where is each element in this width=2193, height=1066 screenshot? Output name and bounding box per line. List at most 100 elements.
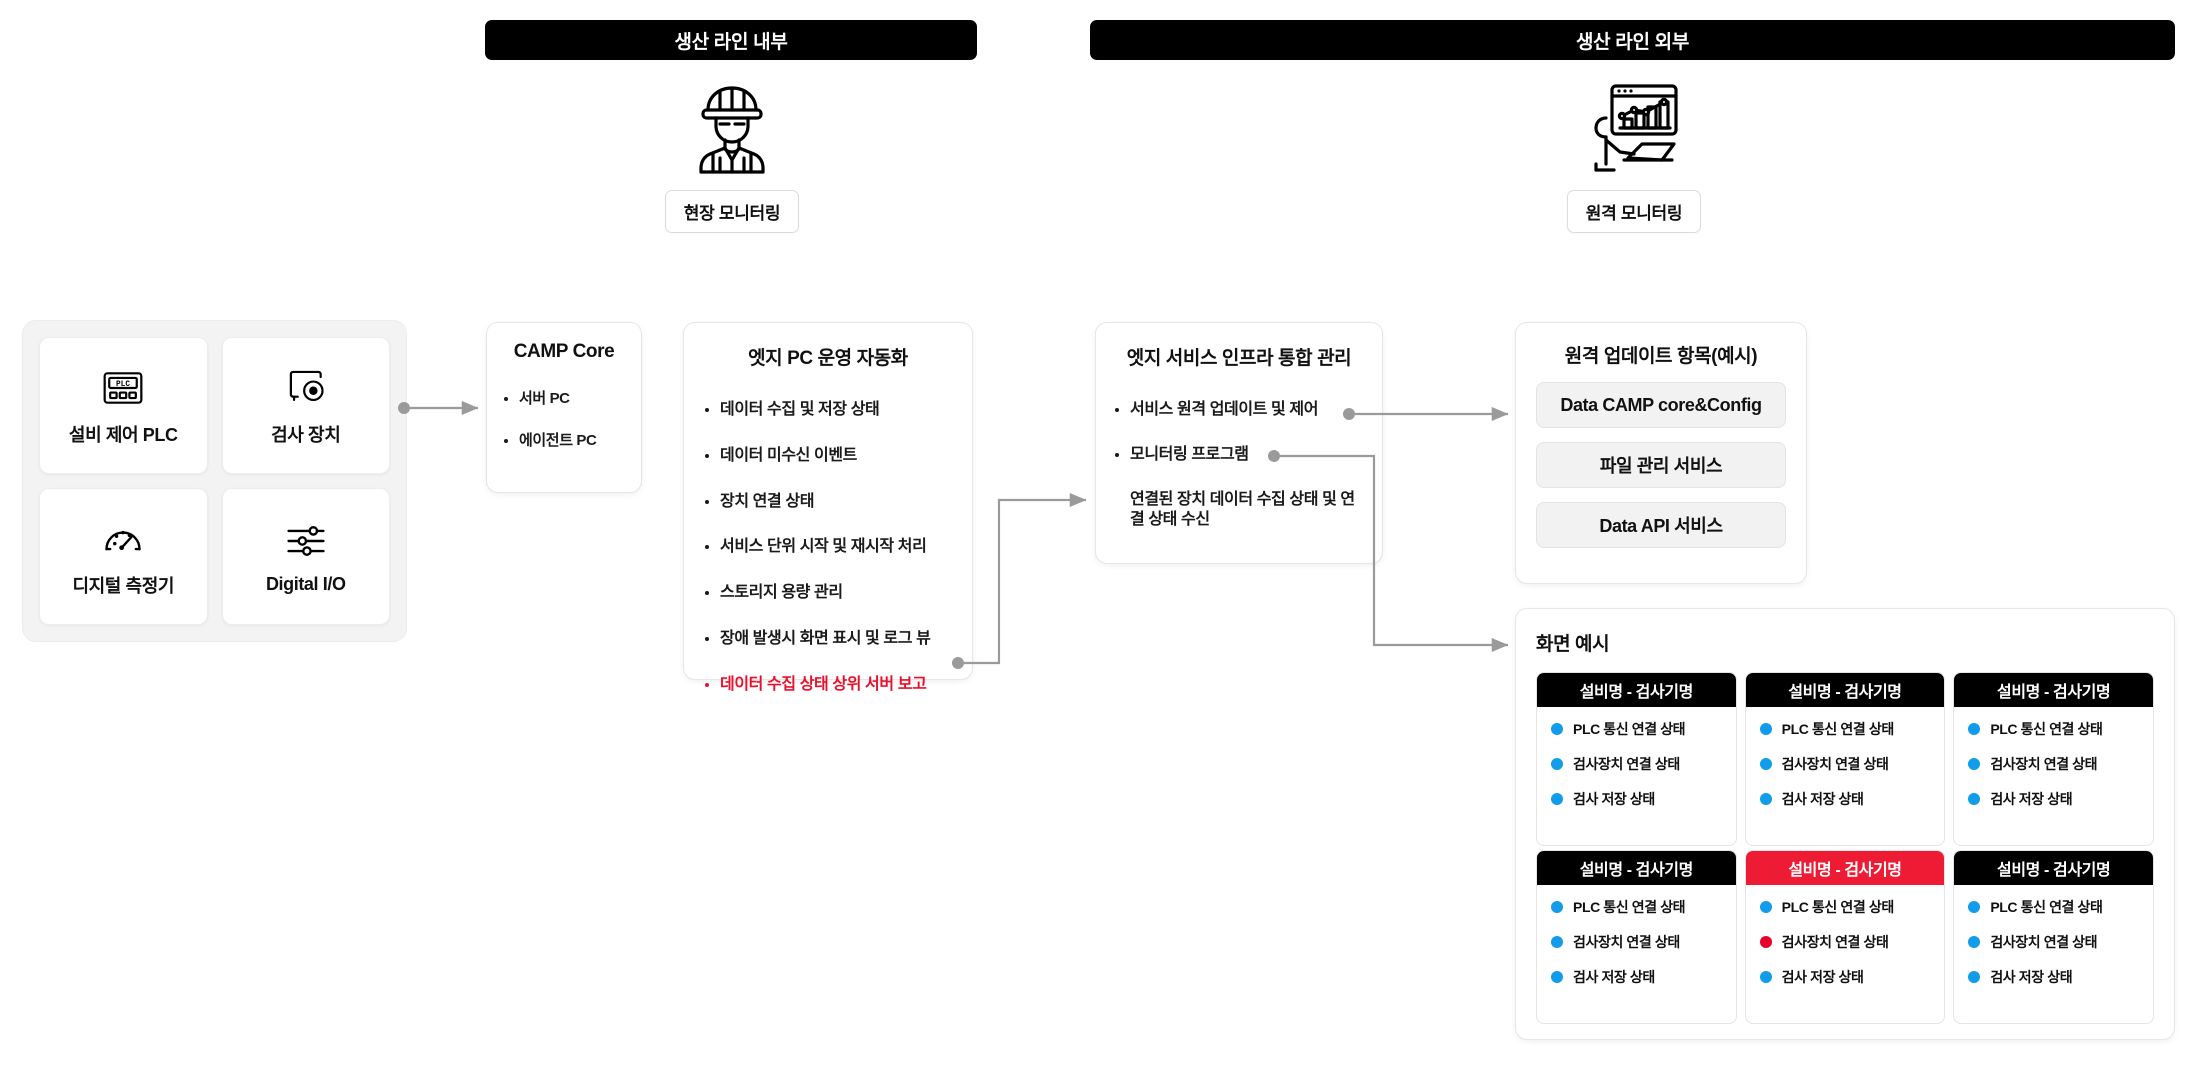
status-row-label: 검사장치 연결 상태 [1990, 934, 2098, 950]
status-dot-ok-icon [1551, 723, 1563, 735]
remote-update-button-datacamp[interactable]: Data CAMP core&Config [1536, 382, 1786, 428]
remote-update-button-file-service[interactable]: 파일 관리 서비스 [1536, 442, 1786, 488]
camp-core-list: 서버 PC 에이전트 PC [501, 389, 627, 450]
status-row: 검사 저장 상태 [1759, 789, 1945, 809]
persona-site-monitoring: 현장 모니터링 [632, 72, 832, 233]
status-row-label: PLC 통신 연결 상태 [1781, 721, 1895, 737]
remote-update-button-data-api[interactable]: Data API 서비스 [1536, 502, 1786, 548]
status-dot-ok-icon [1551, 758, 1563, 770]
status-row: 검사 저장 상태 [1551, 967, 1736, 987]
device-group-panel: PLC 설비 제어 PLC 검사 장치 디지털 측정기 Digital I/O [22, 320, 407, 642]
status-card-header: 설비명 - 검사기명 [1745, 851, 1945, 885]
device-tile-plc[interactable]: PLC 설비 제어 PLC [39, 337, 208, 474]
camp-core-title: CAMP Core [513, 341, 615, 362]
status-dot-ok-icon [1759, 723, 1772, 735]
card-camp-core: CAMP Core 서버 PC 에이전트 PC [486, 322, 642, 493]
status-dot-ok-icon [1759, 758, 1772, 770]
status-row: PLC 통신 연결 상태 [1968, 719, 2153, 739]
status-dot-ok-icon [1968, 758, 1981, 770]
status-card-body: PLC 통신 연결 상태 검사장치 연결 상태 검사 저장 상태 [1537, 707, 1736, 845]
status-row-label: 검사장치 연결 상태 [1573, 756, 1680, 772]
status-row-label: 검사장치 연결 상태 [1781, 934, 1889, 950]
edge-infra-list: 서비스 원격 업데이트 및 제어 모니터링 프로그램 연결된 장치 데이터 수집… [1112, 400, 1366, 531]
status-row: PLC 통신 연결 상태 [1968, 897, 2153, 917]
status-row-label: 검사 저장 상태 [1781, 969, 1864, 985]
inspection-camera-icon [283, 365, 329, 411]
status-row-label: 검사 저장 상태 [1573, 969, 1655, 985]
status-card[interactable]: 설비명 - 검사기명 PLC 통신 연결 상태 검사장치 연결 상태 검사 저장… [1744, 672, 1946, 846]
device-label: 설비 제어 PLC [68, 424, 178, 445]
status-row-label: 검사장치 연결 상태 [1990, 756, 2098, 772]
status-card-body: PLC 통신 연결 상태 검사장치 연결 상태 검사 저장 상태 [1954, 885, 2153, 1023]
status-card-body: PLC 통신 연결 상태 검사장치 연결 상태 검사 저장 상태 [1537, 885, 1736, 1023]
status-card[interactable]: 설비명 - 검사기명 PLC 통신 연결 상태 검사장치 연결 상태 검사 저장… [1953, 672, 2154, 846]
status-card-header: 설비명 - 검사기명 [1954, 673, 2153, 707]
edge-pc-title: 엣지 PC 운영 자동화 [748, 348, 908, 369]
device-tile-digital-meter[interactable]: 디지털 측정기 [39, 488, 208, 625]
device-label: 디지털 측정기 [72, 575, 175, 596]
connector-devices-to-camp [398, 400, 479, 416]
status-card-body: PLC 통신 연결 상태 검사장치 연결 상태 검사 저장 상태 [1746, 707, 1945, 845]
status-card-body: PLC 통신 연결 상태 검사장치 연결 상태 검사 저장 상태 [1954, 707, 2153, 845]
status-row-label: PLC 통신 연결 상태 [1781, 899, 1895, 915]
remote-dashboard-icon [1582, 72, 1686, 176]
plc-controller-icon: PLC [100, 365, 146, 411]
status-dot-ok-icon [1551, 793, 1563, 805]
status-card[interactable]: 설비명 - 검사기명 PLC 통신 연결 상태 검사장치 연결 상태 검사 저장… [1953, 850, 2154, 1024]
list-item: 장애 발생시 화면 표시 및 로그 뷰 [702, 629, 954, 650]
status-card-header: 설비명 - 검사기명 [1537, 673, 1736, 707]
status-row: 검사장치 연결 상태 [1968, 932, 2153, 952]
section-header-outside: 생산 라인 외부 [1090, 20, 2175, 60]
status-row: PLC 통신 연결 상태 [1759, 719, 1945, 739]
edge-infra-title: 엣지 서비스 인프라 통합 관리 [1126, 348, 1352, 369]
status-row: 검사장치 연결 상태 [1968, 754, 2153, 774]
list-item: 모니터링 프로그램 [1112, 445, 1366, 466]
status-row-label: PLC 통신 연결 상태 [1990, 721, 2103, 737]
status-row: 검사장치 연결 상태 [1759, 754, 1945, 774]
status-row-label: PLC 통신 연결 상태 [1990, 899, 2103, 915]
list-item-note: 연결된 장치 데이터 수집 상태 및 연결 상태 수신 [1130, 490, 1355, 529]
card-edge-pc-automation: 엣지 PC 운영 자동화 데이터 수집 및 저장 상태 데이터 미수신 이벤트 … [683, 322, 973, 693]
status-row-label: 검사 저장 상태 [1990, 791, 2073, 807]
status-dot-ok-icon [1968, 936, 1981, 948]
sliders-io-icon [283, 518, 329, 564]
status-dot-ok-icon [1759, 793, 1772, 805]
persona-remote-label: 원격 모니터링 [1566, 190, 1702, 233]
card-screen-example: 화면 예시 설비명 - 검사기명 PLC 통신 연결 상태 검사장치 연결 상태 [1515, 608, 2175, 1040]
status-row-label: 검사 저장 상태 [1781, 791, 1864, 807]
status-row-label: 검사 저장 상태 [1573, 791, 1655, 807]
status-row-label: PLC 통신 연결 상태 [1573, 899, 1686, 915]
device-tile-inspection[interactable]: 검사 장치 [221, 337, 390, 474]
status-dot-ok-icon [1551, 901, 1563, 913]
device-label: Digital I/O [265, 574, 346, 594]
status-row: 검사장치 연결 상태 [1551, 932, 1736, 952]
status-row: PLC 통신 연결 상태 [1759, 897, 1945, 917]
list-item: 서비스 단위 시작 및 재시작 처리 [702, 537, 954, 558]
status-dot-ok-icon [1759, 971, 1772, 983]
persona-remote-monitoring: 원격 모니터링 [1534, 72, 1734, 233]
status-card-header: 설비명 - 검사기명 [1537, 851, 1736, 885]
card-remote-update-items: 원격 업데이트 항목(예시) Data CAMP core&Config 파일 … [1515, 322, 1807, 584]
status-dot-ok-icon [1551, 936, 1563, 948]
status-card-header: 설비명 - 검사기명 [1954, 851, 2153, 885]
status-card-header: 설비명 - 검사기명 [1745, 673, 1945, 707]
status-row: 검사장치 연결 상태 [1551, 754, 1736, 774]
status-row-label: PLC 통신 연결 상태 [1573, 721, 1686, 737]
device-tile-digital-io[interactable]: Digital I/O [221, 488, 390, 625]
status-row-label: 검사 저장 상태 [1990, 969, 2073, 985]
device-label: 검사 장치 [271, 424, 341, 445]
status-card-alarm[interactable]: 설비명 - 검사기명 PLC 통신 연결 상태 검사장치 연결 상태 검사 저장… [1744, 850, 1946, 1024]
list-item: 서버 PC [501, 389, 627, 409]
status-row: 검사장치 연결 상태 [1759, 932, 1945, 952]
gauge-meter-icon [100, 516, 146, 562]
status-dot-ok-icon [1968, 723, 1981, 735]
status-row: PLC 통신 연결 상태 [1551, 897, 1736, 917]
status-card[interactable]: 설비명 - 검사기명 PLC 통신 연결 상태 검사장치 연결 상태 검사 저장… [1536, 672, 1737, 846]
list-item: 데이터 수집 및 저장 상태 [702, 400, 954, 421]
remote-update-title: 원격 업데이트 항목(예시) [1564, 346, 1758, 367]
card-edge-infra-management: 엣지 서비스 인프라 통합 관리 서비스 원격 업데이트 및 제어 모니터링 프… [1095, 322, 1383, 564]
status-card[interactable]: 설비명 - 검사기명 PLC 통신 연결 상태 검사장치 연결 상태 검사 저장… [1536, 850, 1737, 1024]
section-header-inside: 생산 라인 내부 [485, 20, 977, 60]
svg-text:PLC: PLC [116, 381, 130, 389]
list-item: 데이터 미수신 이벤트 [702, 446, 954, 467]
